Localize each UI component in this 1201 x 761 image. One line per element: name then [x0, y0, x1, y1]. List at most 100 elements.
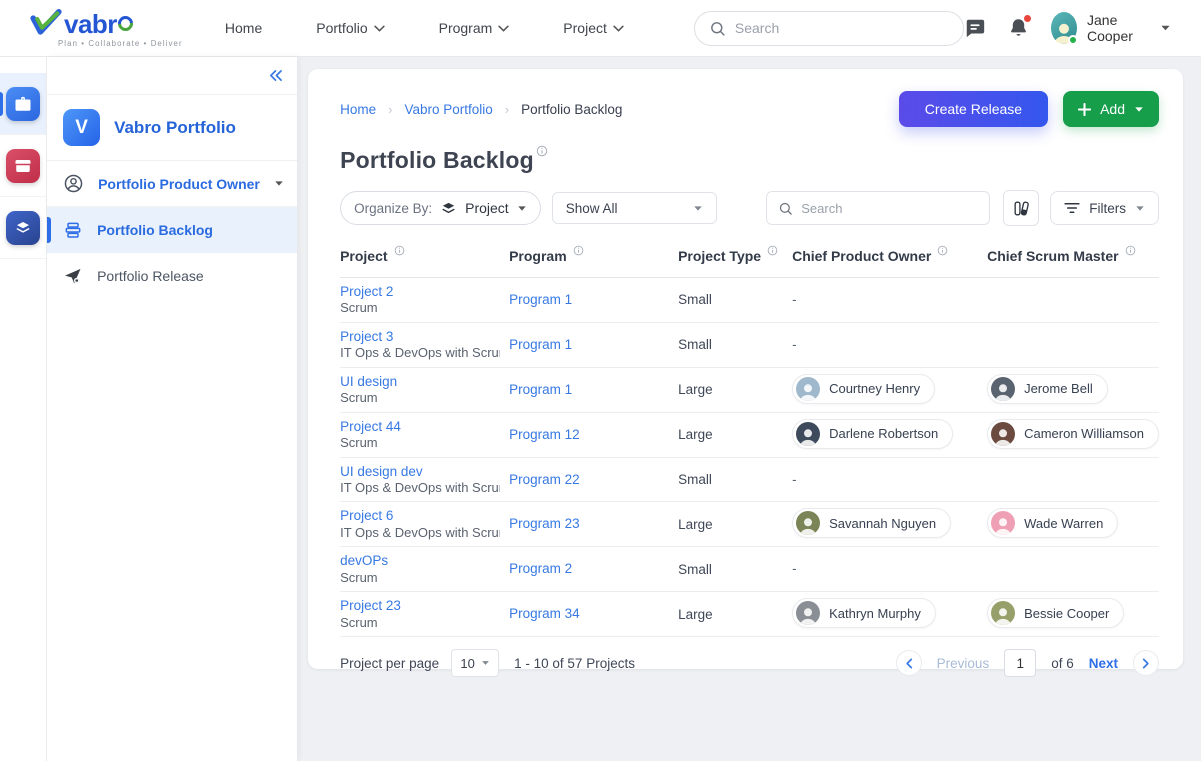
breadcrumb-vabro-portfolio[interactable]: Vabro Portfolio: [404, 102, 492, 117]
project-cell: devOPs Scrum: [340, 547, 509, 591]
rail-item-projects[interactable]: [0, 135, 46, 197]
info-icon[interactable]: [394, 245, 405, 256]
program-link[interactable]: Program 23: [509, 516, 580, 531]
table-row: Project 3 IT Ops & DevOps with Scrum Pro…: [340, 323, 1159, 368]
project-link[interactable]: UI design: [340, 373, 501, 390]
rail-item-layers[interactable]: [0, 197, 46, 259]
filters-button[interactable]: Filters: [1050, 191, 1159, 225]
create-release-button[interactable]: Create Release: [899, 91, 1048, 127]
main-area: Home › Vabro Portfolio › Portfolio Backl…: [297, 57, 1201, 761]
range-text: 1 - 10 of 57 Projects: [514, 656, 635, 671]
person-chip[interactable]: Cameron Williamson: [987, 419, 1159, 449]
page-of-label: of 6: [1051, 656, 1074, 671]
project-framework: Scrum: [340, 615, 500, 632]
chevron-right-icon: [1142, 658, 1150, 669]
workspace-logo: V: [63, 109, 100, 146]
person-chip[interactable]: Bessie Cooper: [987, 598, 1124, 628]
info-icon[interactable]: [573, 245, 584, 256]
cpo-cell: -: [792, 291, 987, 309]
logo-wordmark: vabrovabr: [64, 11, 133, 37]
table-row: Project 23 Scrum Program 34 Large Kathry…: [340, 592, 1159, 637]
per-page-dropdown[interactable]: 10: [451, 649, 499, 677]
current-page-box[interactable]: 1: [1004, 649, 1036, 677]
info-icon[interactable]: [536, 145, 548, 157]
breadcrumb-separator-icon: ›: [388, 102, 392, 117]
person-chip[interactable]: Courtney Henry: [792, 374, 935, 404]
person-chip[interactable]: Wade Warren: [987, 508, 1118, 538]
organize-by-dropdown[interactable]: Organize By: Project: [340, 191, 541, 225]
rail-item-portfolio[interactable]: [0, 73, 46, 135]
sidebar-item-label: Portfolio Release: [97, 268, 204, 284]
avatar: [796, 422, 820, 446]
show-all-dropdown[interactable]: Show All: [552, 192, 717, 224]
layers-small-icon: [440, 200, 457, 217]
person-chip[interactable]: Darlene Robertson: [792, 419, 953, 449]
program-cell: Program 2: [509, 560, 678, 578]
project-link[interactable]: devOPs: [340, 552, 501, 569]
table-search-input[interactable]: [801, 201, 978, 216]
info-icon[interactable]: [937, 245, 948, 256]
column-header-chief-product-owner: Chief Product Owner: [792, 248, 987, 264]
project-cell: Project 44 Scrum: [340, 413, 509, 457]
nav-project[interactable]: Project: [563, 20, 624, 36]
add-button[interactable]: Add: [1063, 91, 1159, 127]
sidebar-item-portfolio-release[interactable]: Portfolio Release: [47, 253, 297, 299]
global-search-input[interactable]: [735, 20, 949, 36]
project-framework: Scrum: [340, 435, 500, 452]
notifications-button[interactable]: [1008, 17, 1029, 39]
project-link[interactable]: Project 3: [340, 328, 501, 345]
sidebar-item-portfolio-product-owner[interactable]: Portfolio Product Owner: [47, 161, 297, 207]
nav-program[interactable]: Program: [439, 20, 510, 36]
caret-down-icon: [1160, 24, 1171, 32]
chat-icon: [964, 17, 986, 39]
program-link[interactable]: Program 34: [509, 606, 580, 621]
workspace-title: Vabro Portfolio: [114, 118, 236, 138]
vabro-logo[interactable]: vabrovabr Plan • Collaborate • Deliver: [30, 9, 183, 48]
chevron-down-icon: [498, 25, 509, 32]
search-icon: [778, 201, 793, 216]
archive-icon: [6, 149, 40, 183]
person-chip[interactable]: Savannah Nguyen: [792, 508, 951, 538]
messages-button[interactable]: [964, 17, 986, 39]
collapse-sidebar-icon[interactable]: [268, 69, 283, 82]
person-name: Savannah Nguyen: [829, 516, 936, 531]
nav-home[interactable]: Home: [225, 20, 262, 36]
sidebar-item-portfolio-backlog[interactable]: Portfolio Backlog: [47, 207, 297, 253]
breadcrumb-current: Portfolio Backlog: [521, 102, 622, 117]
previous-page-button[interactable]: [896, 650, 922, 676]
program-link[interactable]: Program 1: [509, 337, 572, 352]
project-link[interactable]: Project 44: [340, 418, 501, 435]
board-view-button[interactable]: [1003, 190, 1039, 226]
project-link[interactable]: UI design dev: [340, 463, 501, 480]
plus-icon: [1078, 103, 1091, 116]
project-link[interactable]: Project 2: [340, 283, 501, 300]
program-link[interactable]: Program 12: [509, 427, 580, 442]
search-icon: [709, 20, 726, 37]
empty-value: -: [792, 337, 797, 352]
user-menu[interactable]: Jane Cooper: [1051, 12, 1171, 44]
nav-portfolio[interactable]: Portfolio: [316, 20, 384, 36]
person-chip[interactable]: Jerome Bell: [987, 374, 1108, 404]
cpo-cell: Savannah Nguyen: [792, 508, 987, 540]
project-framework: Scrum: [340, 570, 500, 587]
previous-label[interactable]: Previous: [937, 656, 990, 671]
project-link[interactable]: Project 23: [340, 597, 501, 614]
program-cell: Program 34: [509, 605, 678, 623]
table-row: devOPs Scrum Program 2 Small -: [340, 547, 1159, 592]
project-link[interactable]: Project 6: [340, 507, 501, 524]
program-link[interactable]: Program 2: [509, 561, 572, 576]
next-page-button[interactable]: [1133, 650, 1159, 676]
project-type: Small: [678, 292, 792, 307]
program-link[interactable]: Program 1: [509, 382, 572, 397]
info-icon[interactable]: [767, 245, 778, 256]
avatar: [991, 601, 1015, 625]
program-link[interactable]: Program 1: [509, 292, 572, 307]
global-search[interactable]: [694, 11, 964, 46]
logo-tagline: Plan • Collaborate • Deliver: [58, 39, 183, 48]
breadcrumb-home[interactable]: Home: [340, 102, 376, 117]
info-icon[interactable]: [1125, 245, 1136, 256]
table-search[interactable]: [766, 191, 990, 225]
person-chip[interactable]: Kathryn Murphy: [792, 598, 936, 628]
program-link[interactable]: Program 22: [509, 472, 580, 487]
next-label[interactable]: Next: [1089, 656, 1118, 671]
